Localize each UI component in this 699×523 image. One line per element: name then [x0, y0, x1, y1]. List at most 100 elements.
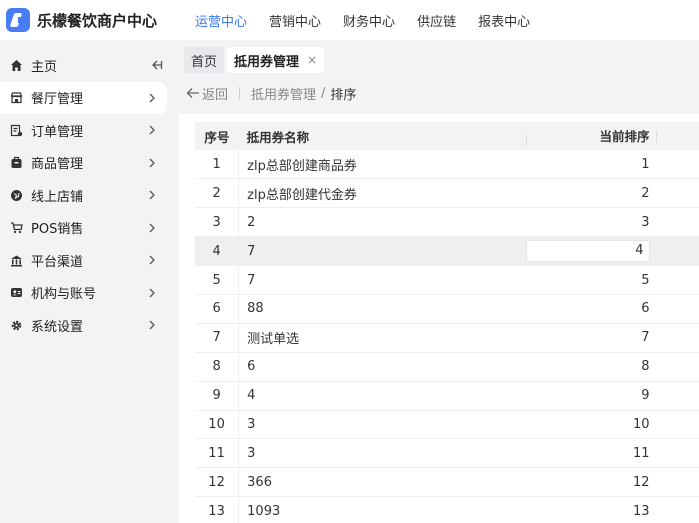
chevron-right-icon [145, 253, 159, 267]
header-tail [655, 122, 699, 150]
cell-tail [655, 265, 699, 295]
cell-tail [655, 496, 699, 523]
table-row: 2 zlp总部创建代金券 2 [195, 178, 699, 209]
sidebar-item-label: 餐厅管理 [31, 92, 84, 108]
goods-icon [9, 156, 23, 170]
cell-no: 11 [195, 438, 240, 469]
tab-coupon-management[interactable]: 抵用券管理 × [227, 47, 325, 73]
sidebar-item-restaurant[interactable]: 餐厅管理 [0, 81, 167, 114]
sidebar-item-org-account[interactable]: 机构与账号 [0, 277, 173, 310]
sidebar-item-goods[interactable]: 商品管理 [0, 147, 173, 180]
cell-name: 7 [238, 236, 526, 267]
header-rank: 当前排序 [525, 122, 656, 150]
cell-rank: 10 [525, 410, 656, 440]
chevron-right-icon [145, 318, 159, 332]
sidebar-item-label: 系统设置 [31, 319, 84, 335]
cell-name: zlp总部创建代金券 [238, 178, 526, 209]
sidebar-item-pos-sales[interactable]: POS销售 [0, 212, 173, 245]
cell-no: 10 [195, 410, 240, 440]
breadcrumb-current: 排序 [330, 87, 357, 103]
cell-rank: 7 [525, 323, 656, 353]
sidebar-item-orders[interactable]: 订单管理 [0, 114, 173, 147]
back-button[interactable]: 返回 [186, 84, 228, 103]
rank-input[interactable]: 4 [525, 240, 650, 263]
top-bar: 乐檬餐饮商户中心 运营中心 营销中心 财务中心 供应链 报表中心 [0, 0, 699, 40]
topnav-finance[interactable]: 财务中心 [343, 11, 395, 30]
topnav-operations[interactable]: 运营中心 [195, 11, 247, 30]
chevron-right-icon [145, 123, 159, 137]
divider [239, 87, 241, 99]
table-row: 6 88 6 [195, 294, 699, 324]
back-label: 返回 [202, 87, 229, 103]
cell-no: 8 [195, 352, 240, 382]
breadcrumb-parent[interactable]: 抵用券管理 [251, 84, 316, 103]
online-store-icon [9, 188, 23, 202]
table-row: 949 [195, 381, 699, 411]
sidebar-item-online-store[interactable]: 线上店铺 [0, 179, 173, 212]
cell-name: 3 [238, 410, 526, 440]
cell-rank: 2 [525, 178, 656, 209]
cell-tail [655, 294, 699, 324]
topnav-supply-chain[interactable]: 供应链 [417, 11, 456, 30]
cell-rank: 8 [525, 352, 656, 382]
collapse-sidebar-icon[interactable] [149, 58, 163, 72]
table-row: 12 366 12 [195, 467, 699, 498]
top-nav: 运营中心 营销中心 财务中心 供应链 报表中心 [195, 11, 552, 30]
topnav-reports[interactable]: 报表中心 [478, 11, 530, 30]
cell-tail [655, 150, 699, 180]
sidebar-item-system-settings[interactable]: 系统设置 [0, 309, 173, 342]
home-icon [9, 58, 23, 72]
chevron-right-icon [145, 221, 159, 235]
tab-label: 抵用券管理 [234, 54, 300, 70]
chevron-right-icon [145, 188, 159, 202]
cell-rank: 4 [525, 236, 656, 267]
breadcrumb-separator: / [321, 85, 326, 101]
cell-tail [655, 381, 699, 411]
cell-rank: 9 [525, 381, 656, 411]
gear-icon [9, 318, 23, 332]
cell-no: 1 [195, 150, 240, 180]
table-row: 13 1093 13 [195, 496, 699, 523]
header-name: 抵用券名称 [238, 122, 526, 150]
cell-rank: 3 [525, 207, 656, 238]
cell-name: 366 [238, 467, 526, 498]
close-icon[interactable]: × [307, 53, 317, 67]
cell-rank: 11 [525, 438, 656, 469]
sidebar-item-label: 商品管理 [31, 157, 84, 173]
table-row: 323 [195, 207, 699, 238]
sidebar-item-home[interactable]: 主页 [0, 49, 173, 82]
sidebar-item-label: 平台渠道 [31, 254, 84, 270]
cell-name: 6 [238, 352, 526, 382]
cell-name: 2 [238, 207, 526, 238]
content-panel: 序号 抵用券名称 当前排序 1 zlp总部创建商品券 1 2 zlp总部创建代金券 2 3 2… [179, 114, 699, 523]
cell-name: 3 [238, 438, 526, 469]
cell-name: zlp总部创建商品券 [238, 150, 526, 180]
sidebar: 主页 餐厅管理 订单管理 商品管理 线上店铺 POS销售 平台渠道 机构与账号 … [0, 40, 173, 523]
header-no: 序号 [195, 122, 239, 150]
cell-rank: 13 [525, 496, 656, 523]
arrow-left-icon [186, 88, 199, 98]
chevron-right-icon [145, 91, 159, 105]
platform-icon [9, 253, 23, 267]
cell-name: 88 [238, 294, 526, 324]
table-row: 7 测试单选 7 [195, 323, 699, 353]
restaurant-icon [9, 91, 23, 105]
sidebar-item-label: 主页 [31, 59, 58, 75]
sidebar-item-platform-channel[interactable]: 平台渠道 [0, 244, 173, 277]
topnav-marketing[interactable]: 营销中心 [269, 11, 321, 30]
cart-icon [9, 221, 23, 235]
cell-no: 7 [195, 323, 240, 353]
table-row: 575 [195, 265, 699, 295]
cell-rank: 6 [525, 294, 656, 324]
sidebar-item-label: 机构与账号 [31, 287, 97, 303]
chevron-right-icon [145, 156, 159, 170]
order-icon [9, 123, 23, 137]
cell-tail [655, 178, 699, 209]
cell-no: 3 [195, 207, 240, 238]
sidebar-item-label: 订单管理 [31, 124, 84, 140]
cell-name: 7 [238, 265, 526, 295]
tab-home[interactable]: 首页 [184, 47, 225, 73]
cell-name: 4 [238, 381, 526, 411]
cell-no: 4 [195, 236, 240, 267]
cell-name: 1093 [238, 496, 526, 523]
